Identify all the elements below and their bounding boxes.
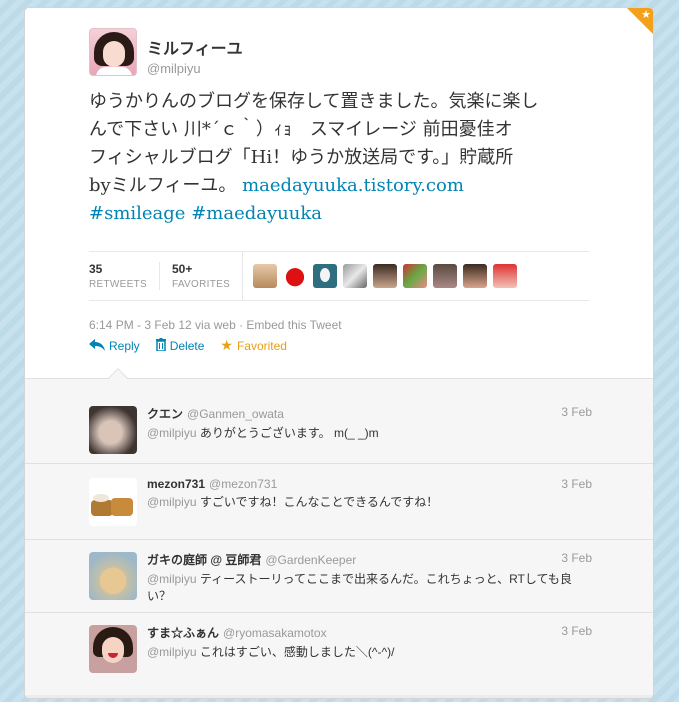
favoriter-avatar[interactable] [463, 264, 488, 288]
tweet-text-line: フィシャルブログ「Hi！ゆうか放送局です。」貯蔵所 [89, 147, 514, 168]
reply-author-name[interactable]: すま☆ふぁん [147, 626, 219, 640]
reply-mention[interactable]: @milpiyu [147, 572, 197, 586]
reply-timestamp[interactable]: 3 Feb [561, 477, 592, 491]
trash-icon [155, 338, 166, 354]
favoriter-avatar[interactable] [253, 264, 278, 288]
avatar[interactable] [89, 28, 137, 76]
tweet-stats: 35 RETWEETS 50+ FAVORITES [89, 251, 589, 301]
tweet-header: ミルフィーユ @milpiyu [89, 28, 243, 76]
tweet-timestamp[interactable]: 6:14 PM - 3 Feb 12 via web [89, 318, 236, 332]
avatar[interactable] [89, 625, 137, 673]
reply-mention[interactable]: @milpiyu [147, 426, 197, 440]
avatar[interactable] [89, 406, 137, 454]
reply-text-body: ティーストーリってここまで出来るんだ。これちょっと、RTしても良い？ [147, 572, 572, 603]
reply-author-screenname[interactable]: @mezon731 [209, 477, 277, 491]
reply-item[interactable]: mezon731 @mezon731 3 Feb @milpiyu すごいですね！… [25, 464, 653, 540]
reply-text: @milpiyu すごいですね！こんなことできるんですね！ [147, 494, 592, 511]
favorited-label: Favorited [236, 339, 287, 353]
favoriter-avatar[interactable] [373, 264, 398, 288]
tweet-text-line: んで下さい 川*´ｃ｀）ｨｮ スマイレージ 前田憂佳オ [89, 119, 513, 140]
reply-author-name[interactable]: mezon731 [147, 477, 205, 491]
tweet-text-line: byミルフィーユ。 [89, 175, 237, 196]
tweet-text: ゆうかりんのブログを保存して置きました。気楽に楽し んで下さい 川*´ｃ｀）ｨｮ… [89, 88, 594, 228]
tweet-text-line: ゆうかりんのブログを保存して置きました。気楽に楽し [89, 91, 539, 112]
delete-button[interactable]: Delete [155, 338, 205, 354]
reply-author-name[interactable]: ガキの庭師 @ 豆師君 [147, 553, 261, 567]
retweets-count: 35 [89, 262, 103, 276]
favoriter-avatar[interactable] [283, 264, 308, 288]
reply-text-body: これはすごい、感動しました＼(^-^)/ [196, 645, 395, 659]
favorites-stat[interactable]: 50+ FAVORITES [158, 262, 242, 290]
reply-text: @milpiyu ティーストーリってここまで出来るんだ。これちょっと、RTしても… [147, 571, 592, 605]
favoriter-avatar[interactable] [343, 264, 368, 288]
reply-author-screenname[interactable]: @GardenKeeper [265, 553, 356, 567]
reply-item[interactable]: クエン @Ganmen_owata 3 Feb @milpiyu ありがとうござい… [25, 379, 653, 464]
reply-mention[interactable]: @milpiyu [147, 645, 197, 659]
reply-mention[interactable]: @milpiyu [147, 495, 197, 509]
tweet-card: ★ ミルフィーユ @milpiyu ゆうかりんのブログを保存して置きました。気楽… [24, 7, 654, 699]
user-screenname[interactable]: @milpiyu [147, 61, 243, 76]
reply-arrow-icon [89, 338, 105, 354]
favorited-star-icon: ★ [220, 338, 233, 354]
meta-separator: · [235, 318, 247, 332]
favorites-label: FAVORITES [171, 279, 231, 290]
hashtag-smileage[interactable]: #smileage [89, 203, 185, 224]
reply-text: @milpiyu これはすごい、感動しました＼(^-^)/ [147, 644, 592, 661]
reply-author-screenname[interactable]: @Ganmen_owata [187, 407, 284, 421]
card-footer [25, 695, 653, 698]
reply-text-body: ありがとうございます。 m(_ _)m [196, 426, 379, 440]
delete-label: Delete [169, 339, 205, 353]
reply-author-name[interactable]: クエン [147, 407, 183, 421]
reply-timestamp[interactable]: 3 Feb [561, 551, 592, 565]
retweets-stat[interactable]: 35 RETWEETS [89, 262, 159, 290]
favoriter-avatar[interactable] [493, 264, 518, 288]
retweets-label: RETWEETS [89, 279, 147, 290]
reply-author-screenname[interactable]: @ryomasakamotox [223, 626, 327, 640]
favorites-count: 50+ [171, 262, 193, 276]
reply-label: Reply [109, 339, 140, 353]
star-icon: ★ [641, 8, 651, 21]
favoriter-avatar[interactable] [433, 264, 458, 288]
hashtag-maedayuuka[interactable]: #maedayuuka [191, 203, 322, 224]
favoriting-users [242, 252, 523, 300]
reply-button[interactable]: Reply [89, 338, 140, 354]
tweet-meta: 6:14 PM - 3 Feb 12 via web · Embed this … [89, 318, 342, 332]
favoriter-avatar[interactable] [313, 264, 338, 288]
replies-section: クエン @Ganmen_owata 3 Feb @milpiyu ありがとうござい… [25, 368, 653, 698]
reply-text: @milpiyu ありがとうございます。 m(_ _)m [147, 425, 592, 442]
embed-tweet-link[interactable]: Embed this Tweet [246, 318, 341, 332]
favoriter-avatar[interactable] [403, 264, 428, 288]
reply-item[interactable]: すま☆ふぁん @ryomasakamotox 3 Feb @milpiyu これは… [25, 613, 653, 695]
avatar[interactable] [89, 552, 137, 600]
reply-text-body: すごいですね！こんなことできるんですね！ [196, 495, 439, 509]
reply-timestamp[interactable]: 3 Feb [561, 624, 592, 638]
user-fullname[interactable]: ミルフィーユ [147, 35, 243, 59]
tweet-link[interactable]: maedayuuka.tistory.com [242, 175, 464, 196]
favorited-button[interactable]: ★ Favorited [220, 338, 287, 354]
reply-timestamp[interactable]: 3 Feb [561, 405, 592, 419]
tweet-actions: Reply Delete ★ Favorited [89, 338, 303, 354]
reply-item[interactable]: ガキの庭師 @ 豆師君 @GardenKeeper 3 Feb @milpiyu … [25, 540, 653, 613]
avatar[interactable] [89, 478, 137, 526]
